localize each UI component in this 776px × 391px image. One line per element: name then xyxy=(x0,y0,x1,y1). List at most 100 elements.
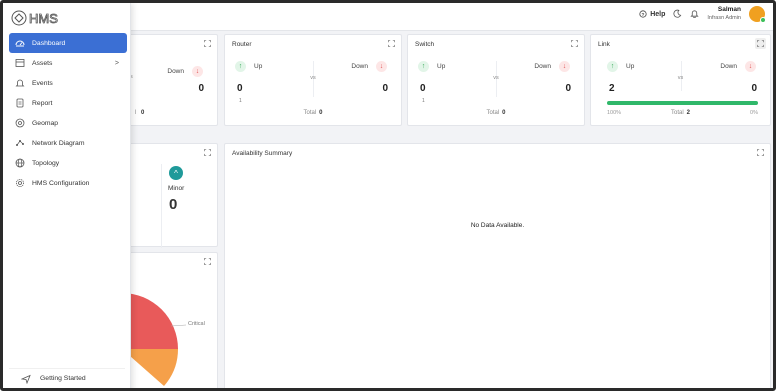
network-icon xyxy=(15,138,25,148)
switch-card: Switch ↑ Up vs Down ↓ 0 0 1 Total 0 xyxy=(407,34,585,126)
down-value: 0 xyxy=(751,83,757,94)
up-stat: ↑ Up xyxy=(607,61,634,72)
card-title: Router xyxy=(232,41,252,48)
total-label: Total xyxy=(303,110,317,116)
up-stat: ↑ Up xyxy=(418,61,445,72)
app-window: ? Help Salman Infrasn Admin Down ↓ s 0 l xyxy=(0,0,776,391)
total-value: 0 xyxy=(319,110,323,116)
total-label: Total xyxy=(670,110,684,116)
header-actions: ? Help Salman Infrasn Admin xyxy=(639,6,766,23)
sidebar-item-geomap[interactable]: Geomap xyxy=(9,113,127,133)
no-data-message: No Data Available. xyxy=(470,222,525,229)
user-info[interactable]: Salman Infrasn Admin xyxy=(707,6,741,22)
total-value: 0 xyxy=(141,110,145,116)
svg-text:?: ? xyxy=(642,12,645,18)
up-label: Up xyxy=(437,63,446,70)
down-stat: Down ↓ xyxy=(534,61,570,72)
router-card: Router ↑ Up vs Down ↓ 0 0 1 Total 0 xyxy=(224,34,402,126)
sidebar-nav: Dashboard Assets > Events Report Geomap xyxy=(3,33,131,193)
availability-bar xyxy=(607,101,758,105)
tick-value: 1 xyxy=(422,98,425,104)
logo-text: HMS xyxy=(29,11,58,26)
up-label: Up xyxy=(626,63,635,70)
expand-icon[interactable] xyxy=(757,149,764,156)
pie-label-critical: Critical xyxy=(188,321,205,327)
arrow-down-icon: ↓ xyxy=(376,61,387,72)
expand-icon[interactable] xyxy=(571,40,578,47)
sidebar-item-assets[interactable]: Assets > xyxy=(9,53,127,73)
sidebar-item-dashboard[interactable]: Dashboard xyxy=(9,33,127,53)
arrow-up-icon: ↑ xyxy=(607,61,618,72)
availability-summary-card: Availability Summary No Data Available. xyxy=(224,143,771,388)
sidebar-item-label: Topology xyxy=(32,159,60,167)
sidebar-item-label: Geomap xyxy=(32,119,59,127)
up-label: Up xyxy=(254,63,263,70)
total-label: l xyxy=(135,110,137,116)
arrow-down-icon: ↓ xyxy=(559,61,570,72)
expand-icon[interactable] xyxy=(204,40,211,47)
pie-label-leader xyxy=(170,324,187,327)
minor-value: 0 xyxy=(169,196,178,213)
user-role: Infrasn Admin xyxy=(707,15,741,21)
down-value: 0 xyxy=(198,83,204,94)
arrow-up-icon: ↑ xyxy=(418,61,429,72)
getting-started-button[interactable]: Getting Started xyxy=(9,368,125,388)
minor-label: Minor xyxy=(168,185,185,192)
getting-started-label: Getting Started xyxy=(40,375,86,382)
arrow-down-icon: ↓ xyxy=(192,66,203,77)
expand-icon[interactable] xyxy=(388,40,395,47)
sidebar-menu: HMS Dashboard Assets > Events Report Geo… xyxy=(3,3,131,388)
link-card: Link ↑ Up vs Down ↓ 2 0 100% Total 2 0% xyxy=(590,34,771,126)
chevron-right-icon: > xyxy=(114,59,119,67)
tick-value: 1 xyxy=(239,98,242,104)
online-status-dot xyxy=(760,17,766,23)
total-row: Total 0 xyxy=(303,110,322,116)
expand-icon[interactable] xyxy=(755,38,766,49)
vs-label: vs xyxy=(677,75,684,81)
sidebar-item-label: HMS Configuration xyxy=(32,179,90,187)
sidebar-item-label: Network Diagram xyxy=(32,139,85,147)
hms-logo[interactable]: HMS xyxy=(11,9,81,27)
down-stat: Down ↓ xyxy=(167,66,203,77)
down-percent: 0% xyxy=(750,110,758,116)
sidebar-item-hms-configuration[interactable]: HMS Configuration xyxy=(9,173,127,193)
avatar[interactable] xyxy=(749,6,766,23)
sidebar-item-events[interactable]: Events xyxy=(9,73,127,93)
vs-label: vs xyxy=(493,75,499,81)
help-button[interactable]: ? Help xyxy=(639,10,665,18)
bell-icon xyxy=(15,78,25,88)
total-row: Total 2 xyxy=(671,110,690,116)
sidebar-item-topology[interactable]: Topology xyxy=(9,153,127,173)
divider xyxy=(161,164,162,248)
report-icon xyxy=(15,98,25,108)
sidebar-item-report[interactable]: Report xyxy=(9,93,127,113)
total-value: 2 xyxy=(686,110,691,116)
assets-icon xyxy=(15,58,25,68)
down-stat: Down ↓ xyxy=(351,61,387,72)
help-label: Help xyxy=(650,10,666,18)
down-label: Down xyxy=(351,63,368,70)
sidebar-item-network-diagram[interactable]: Network Diagram xyxy=(9,133,127,153)
chevron-up-icon: ^ xyxy=(169,166,183,180)
sidebar-item-label: Report xyxy=(32,99,53,107)
down-value: 0 xyxy=(565,83,571,94)
vs-label: vs xyxy=(310,75,316,81)
dashboard-icon xyxy=(15,38,25,48)
total-value: 0 xyxy=(502,110,506,116)
card-title: Availability Summary xyxy=(232,150,293,157)
card-title: Link xyxy=(598,41,610,48)
user-name: Salman xyxy=(717,6,741,13)
total-label: Total xyxy=(486,110,500,116)
up-stat: ↑ Up xyxy=(235,61,262,72)
gear-icon xyxy=(15,178,25,188)
send-icon xyxy=(21,374,31,384)
help-icon: ? xyxy=(639,10,647,18)
theme-toggle-icon[interactable] xyxy=(673,9,682,20)
expand-icon[interactable] xyxy=(204,149,211,156)
down-value: 0 xyxy=(382,83,388,94)
map-pin-icon xyxy=(15,118,25,128)
down-label: Down xyxy=(167,68,184,75)
sidebar-item-label: Assets xyxy=(32,59,53,67)
notifications-bell-icon[interactable] xyxy=(690,9,699,20)
down-label: Down xyxy=(534,63,551,70)
